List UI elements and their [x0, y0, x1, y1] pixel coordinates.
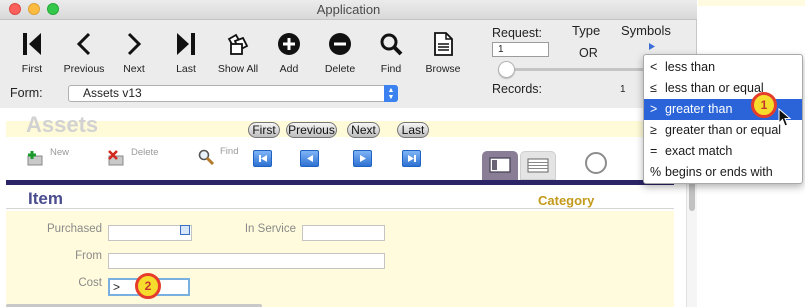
item-heading: Item — [28, 189, 63, 208]
nav-last-icon[interactable] — [402, 150, 421, 167]
layout-area: Assets First Previous Next Last New Dele… — [0, 108, 697, 307]
nav-previous-icon[interactable] — [300, 150, 319, 167]
add-icon — [278, 33, 300, 55]
application-window: Application First Previous Next Last Sho… — [0, 0, 697, 307]
browse-button[interactable]: Browse — [413, 32, 473, 75]
callout-badge-1: 1 — [751, 92, 777, 118]
first-icon — [23, 33, 41, 55]
menu-item-less-than[interactable]: < less than — [644, 57, 802, 78]
layout-last-button[interactable]: Last — [397, 122, 429, 138]
form-select-value: Assets v13 — [83, 86, 142, 100]
record-circle-button[interactable] — [585, 152, 607, 174]
callout-badge-2: 2 — [135, 273, 161, 299]
type-label: Type — [572, 23, 601, 38]
form-view-tab[interactable] — [482, 151, 518, 180]
menu-symbol: = — [650, 144, 658, 158]
layout-title: Assets — [26, 112, 99, 137]
first-record-button[interactable]: First — [2, 32, 62, 75]
menu-label: greater than or equal — [665, 123, 782, 137]
delete-record-icon[interactable] — [107, 150, 125, 169]
request-label: Request: — [492, 26, 543, 40]
menu-symbol: < — [650, 60, 658, 74]
last-icon — [177, 33, 195, 55]
from-label: From — [75, 250, 102, 262]
disclosure-triangle-icon — [649, 43, 655, 50]
menu-item-exact-match[interactable]: = exact match — [644, 141, 802, 162]
list-view-icon — [527, 158, 549, 173]
mouse-pointer-icon — [778, 107, 792, 131]
layout-previous-button[interactable]: Previous — [286, 122, 337, 138]
window-title: Application — [316, 2, 381, 17]
first-label: First — [21, 63, 43, 75]
previous-icon — [76, 32, 91, 56]
menu-item-less-than-or-equal[interactable]: ≤ less than or equal — [644, 78, 802, 99]
list-view-tab[interactable] — [520, 151, 556, 180]
find-button[interactable]: Find — [361, 32, 421, 75]
menu-item-begins-or-ends-with[interactable]: % begins or ends with — [644, 162, 802, 183]
layout-first-button[interactable]: First — [248, 122, 280, 138]
select-arrows-icon: ▲ ▼ — [384, 85, 398, 102]
background-band — [698, 0, 805, 6]
records-count: 1 — [620, 84, 626, 95]
menu-symbol: ≤ — [650, 81, 657, 95]
next-record-button[interactable]: Next — [104, 32, 164, 75]
in-service-label: In Service — [244, 223, 296, 235]
find-icon — [380, 33, 403, 56]
next-icon — [127, 32, 142, 56]
new-label: New — [50, 147, 70, 158]
new-record-icon[interactable] — [26, 150, 44, 169]
from-field[interactable] — [108, 253, 385, 269]
item-divider-bar — [6, 180, 674, 185]
form-view-icon — [489, 157, 511, 173]
last-label: Last — [176, 63, 196, 75]
menu-label: greater than — [665, 102, 733, 116]
menu-label: less than or equal — [665, 81, 764, 95]
purchased-label: Purchased — [47, 223, 102, 235]
last-record-button[interactable]: Last — [156, 32, 216, 75]
delete-action-label: Delete — [131, 147, 159, 158]
find-action-label: Find — [220, 146, 239, 157]
layout-next-button[interactable]: Next — [347, 122, 380, 138]
request-slider-track[interactable] — [500, 68, 648, 71]
records-label: Records: — [492, 82, 543, 96]
next-label: Next — [123, 63, 145, 75]
menu-symbol: > — [650, 102, 658, 116]
show-all-icon — [227, 33, 249, 55]
category-heading: Category — [538, 193, 595, 208]
request-number-field[interactable]: 1 — [492, 42, 549, 57]
browse-label: Browse — [425, 63, 461, 75]
find-label: Find — [380, 63, 402, 75]
form-label: Form: — [10, 86, 43, 100]
form-select[interactable]: Assets v13 ▲ ▼ — [68, 85, 398, 102]
symbols-menu-button[interactable] — [648, 40, 656, 54]
menu-label: less than — [665, 60, 716, 74]
cost-label: Cost — [78, 277, 102, 289]
delete-icon — [329, 33, 351, 55]
menu-symbol: % — [650, 165, 662, 179]
symbols-label: Symbols — [621, 23, 671, 38]
nav-next-icon[interactable] — [353, 150, 372, 167]
calendar-icon[interactable] — [180, 225, 190, 235]
find-record-icon[interactable] — [197, 149, 215, 168]
in-service-field[interactable] — [302, 225, 385, 241]
browse-icon — [434, 32, 453, 56]
request-slider-knob[interactable] — [498, 61, 515, 78]
header-band — [6, 121, 674, 137]
menu-label: begins or ends with — [665, 165, 773, 179]
menu-label: exact match — [665, 144, 733, 158]
title-bar: Application — [0, 0, 697, 20]
nav-first-icon[interactable] — [253, 150, 272, 167]
menu-symbol: ≥ — [650, 123, 657, 137]
type-value[interactable]: OR — [579, 46, 598, 60]
